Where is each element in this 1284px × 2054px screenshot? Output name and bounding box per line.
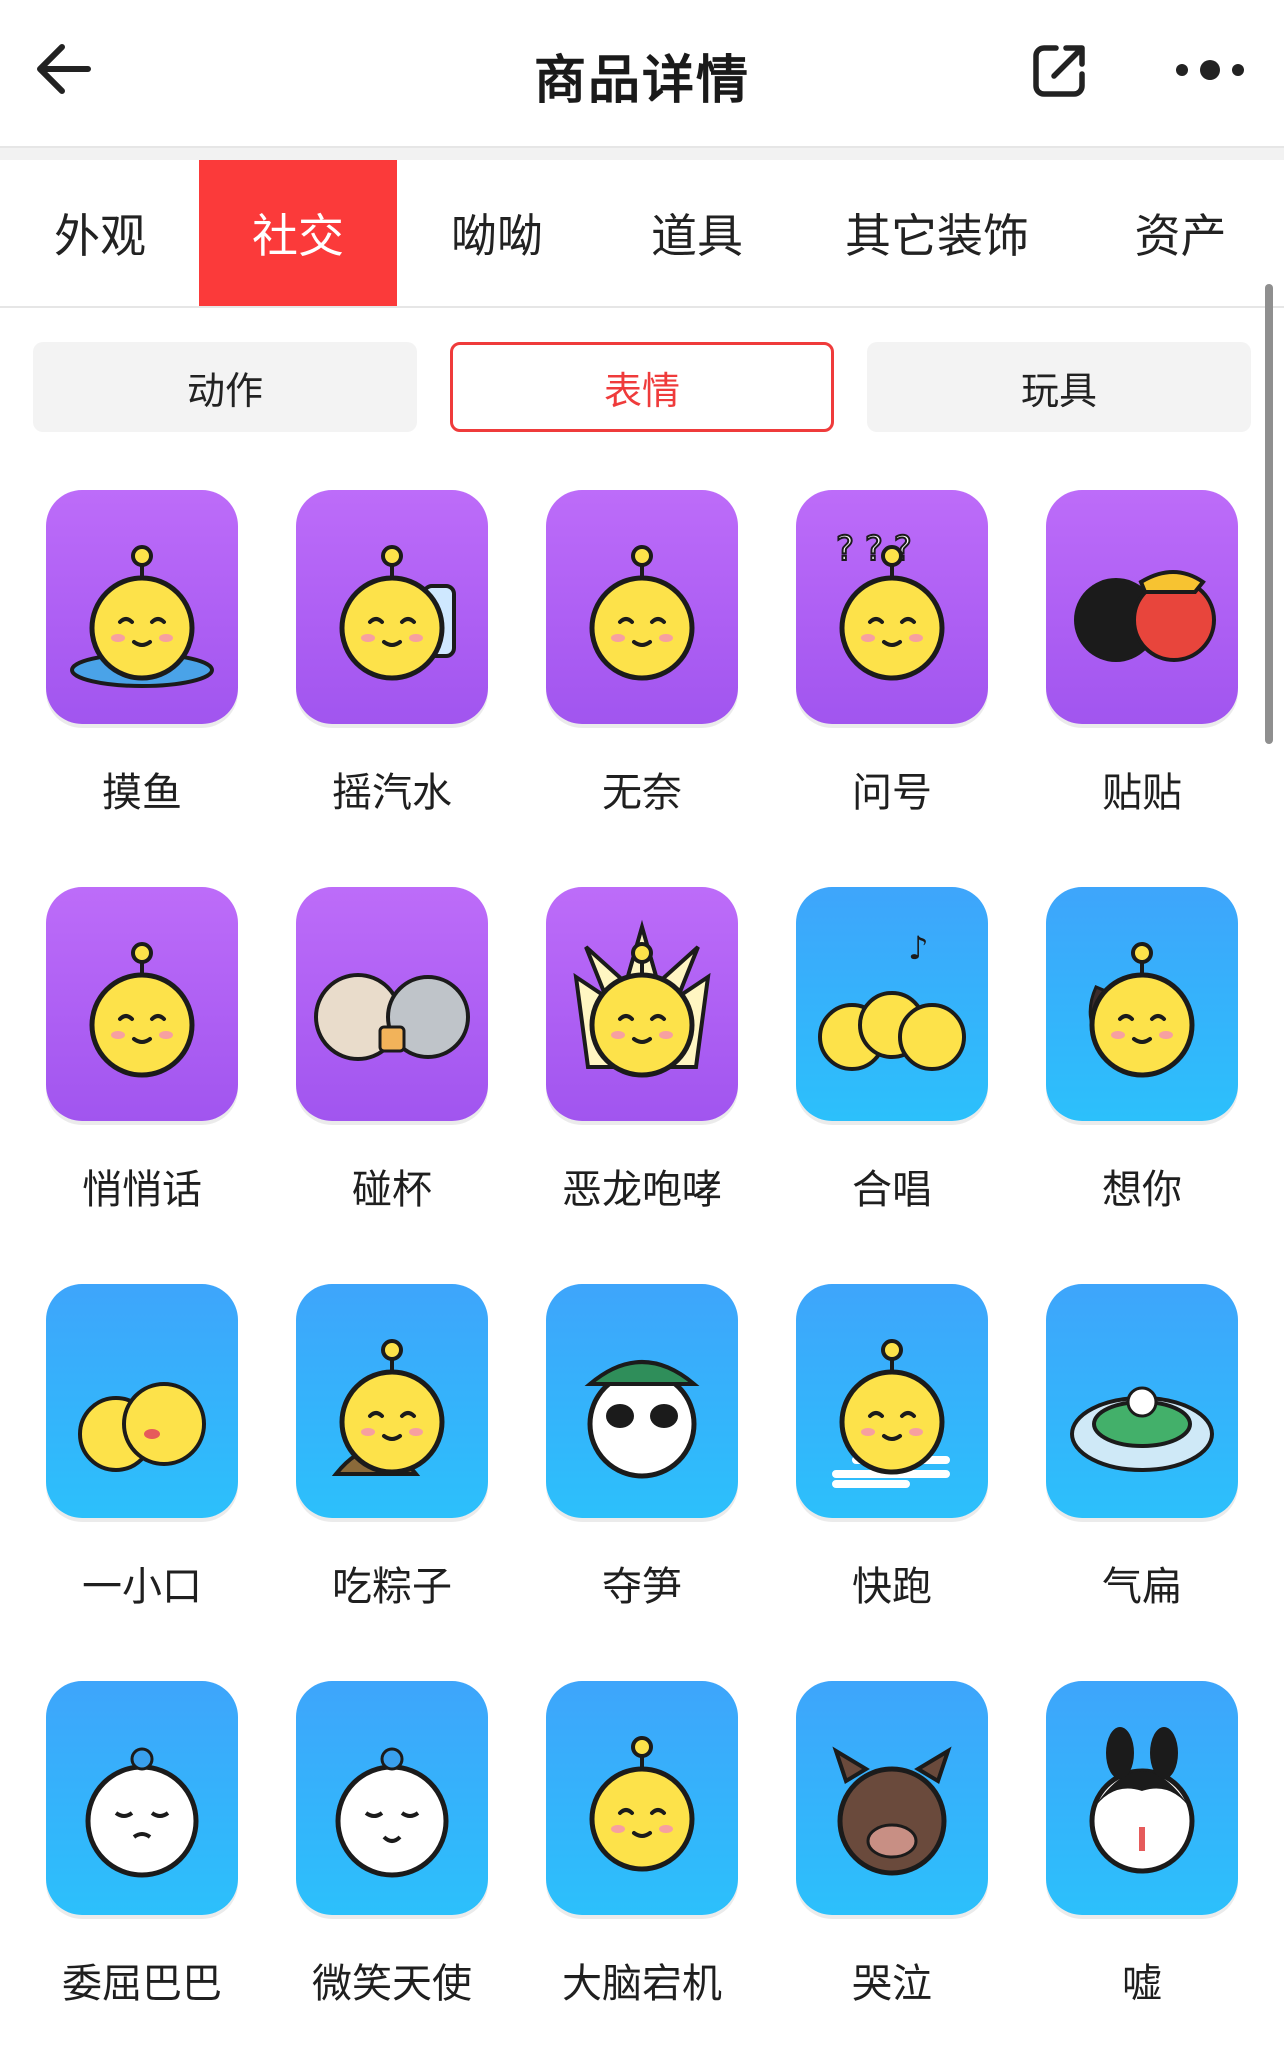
emote-label: 恶龙咆哮: [562, 1167, 722, 1213]
header-divider: [0, 148, 1284, 160]
helpless-face-icon: [546, 490, 738, 724]
scrollbar[interactable]: [1265, 284, 1273, 744]
emote-label: 想你: [1102, 1167, 1182, 1213]
shush-girl-icon: [1046, 1681, 1238, 1915]
emote-label: 摸鱼: [102, 770, 182, 816]
emote-label: 夺笋: [602, 1564, 682, 1610]
emote-item[interactable]: 快跑: [750, 1284, 1000, 1614]
tab-props[interactable]: 道具: [597, 160, 797, 306]
emote-item[interactable]: 大脑宕机: [500, 1681, 750, 2011]
chorus-icon: ♪: [796, 887, 988, 1121]
emote-item[interactable]: 委屈巴巴: [0, 1681, 250, 2011]
emote-label: 哭泣: [852, 1961, 932, 2007]
tab-youyou[interactable]: 呦呦: [397, 160, 597, 306]
emote-label: 摇汽水: [332, 770, 452, 816]
emote-item[interactable]: 碰杯: [250, 887, 500, 1217]
puffed-up-icon: [1046, 1284, 1238, 1518]
emote-label: 一小口: [82, 1564, 202, 1610]
whisper-icon: [46, 887, 238, 1121]
svg-text:♪: ♪: [908, 929, 928, 967]
emote-item[interactable]: ? ? ? 问号: [750, 490, 1000, 820]
small-bite-icon: [46, 1284, 238, 1518]
emote-item[interactable]: 哭泣: [750, 1681, 1000, 2011]
emote-label: 吃粽子: [332, 1564, 452, 1610]
wronged-cat-icon: [46, 1681, 238, 1915]
slacking-fish-icon: [46, 490, 238, 724]
emote-item[interactable]: 气扁: [1000, 1284, 1250, 1614]
emote-item[interactable]: ♪ 合唱: [750, 887, 1000, 1217]
emote-item[interactable]: 微笑天使: [250, 1681, 500, 2011]
category-tabs: 外观 社交 呦呦 道具 其它装饰 资产: [0, 160, 1284, 308]
miss-you-phone-icon: [1046, 887, 1238, 1121]
emote-label: 微笑天使: [312, 1961, 472, 2007]
tab-other-decorations[interactable]: 其它装饰: [797, 160, 1077, 306]
emote-label: 合唱: [852, 1167, 932, 1213]
emote-item[interactable]: 摸鱼: [0, 490, 250, 820]
emote-item[interactable]: 无奈: [500, 490, 750, 820]
emote-label: 无奈: [602, 770, 682, 816]
subtab-toy[interactable]: 玩具: [867, 342, 1251, 432]
question-marks-icon: ? ? ?: [796, 490, 988, 724]
emote-label: 快跑: [852, 1564, 932, 1610]
emote-item[interactable]: 嘘: [1000, 1681, 1250, 2011]
emote-item[interactable]: 恶龙咆哮: [500, 887, 750, 1217]
smiling-angel-cat-icon: [296, 1681, 488, 1915]
panda-bamboo-icon: [546, 1284, 738, 1518]
dragon-roar-icon: [546, 887, 738, 1121]
eat-zongzi-icon: [296, 1284, 488, 1518]
emote-label: 问号: [852, 770, 932, 816]
emote-label: 委屈巴巴: [62, 1961, 222, 2007]
more-options-icon[interactable]: [1170, 50, 1250, 90]
emote-label: 贴贴: [1102, 770, 1182, 816]
emote-label: 悄悄话: [82, 1167, 202, 1213]
emote-item[interactable]: 悄悄话: [0, 887, 250, 1217]
subtab-expression[interactable]: 表情: [450, 342, 834, 432]
cuddle-pair-icon: [1046, 490, 1238, 724]
top-nav-bar: 商品详情: [0, 0, 1284, 148]
emote-label: 气扁: [1102, 1564, 1182, 1610]
share-icon[interactable]: [1030, 40, 1090, 100]
emote-item[interactable]: 想你: [1000, 887, 1250, 1217]
tab-assets[interactable]: 资产: [1077, 160, 1284, 306]
emote-item[interactable]: 一小口: [0, 1284, 250, 1614]
emote-item[interactable]: 贴贴: [1000, 490, 1250, 820]
page-title: 商品详情: [533, 51, 750, 111]
toast-cheers-icon: [296, 887, 488, 1121]
crying-boar-icon: [796, 1681, 988, 1915]
emote-item[interactable]: 吃粽子: [250, 1284, 500, 1614]
emote-item[interactable]: 摇汽水: [250, 490, 500, 820]
brain-freeze-icon: [546, 1681, 738, 1915]
tab-social[interactable]: 社交: [199, 160, 397, 306]
emote-item[interactable]: 夺笋: [500, 1284, 750, 1614]
emote-label: 碰杯: [352, 1167, 432, 1213]
tab-appearance[interactable]: 外观: [0, 160, 200, 306]
run-away-icon: [796, 1284, 988, 1518]
emote-label: 大脑宕机: [562, 1961, 722, 2007]
emote-label: 嘘: [1122, 1961, 1162, 2007]
subtab-action[interactable]: 动作: [33, 342, 417, 432]
shake-soda-icon: [296, 490, 488, 724]
